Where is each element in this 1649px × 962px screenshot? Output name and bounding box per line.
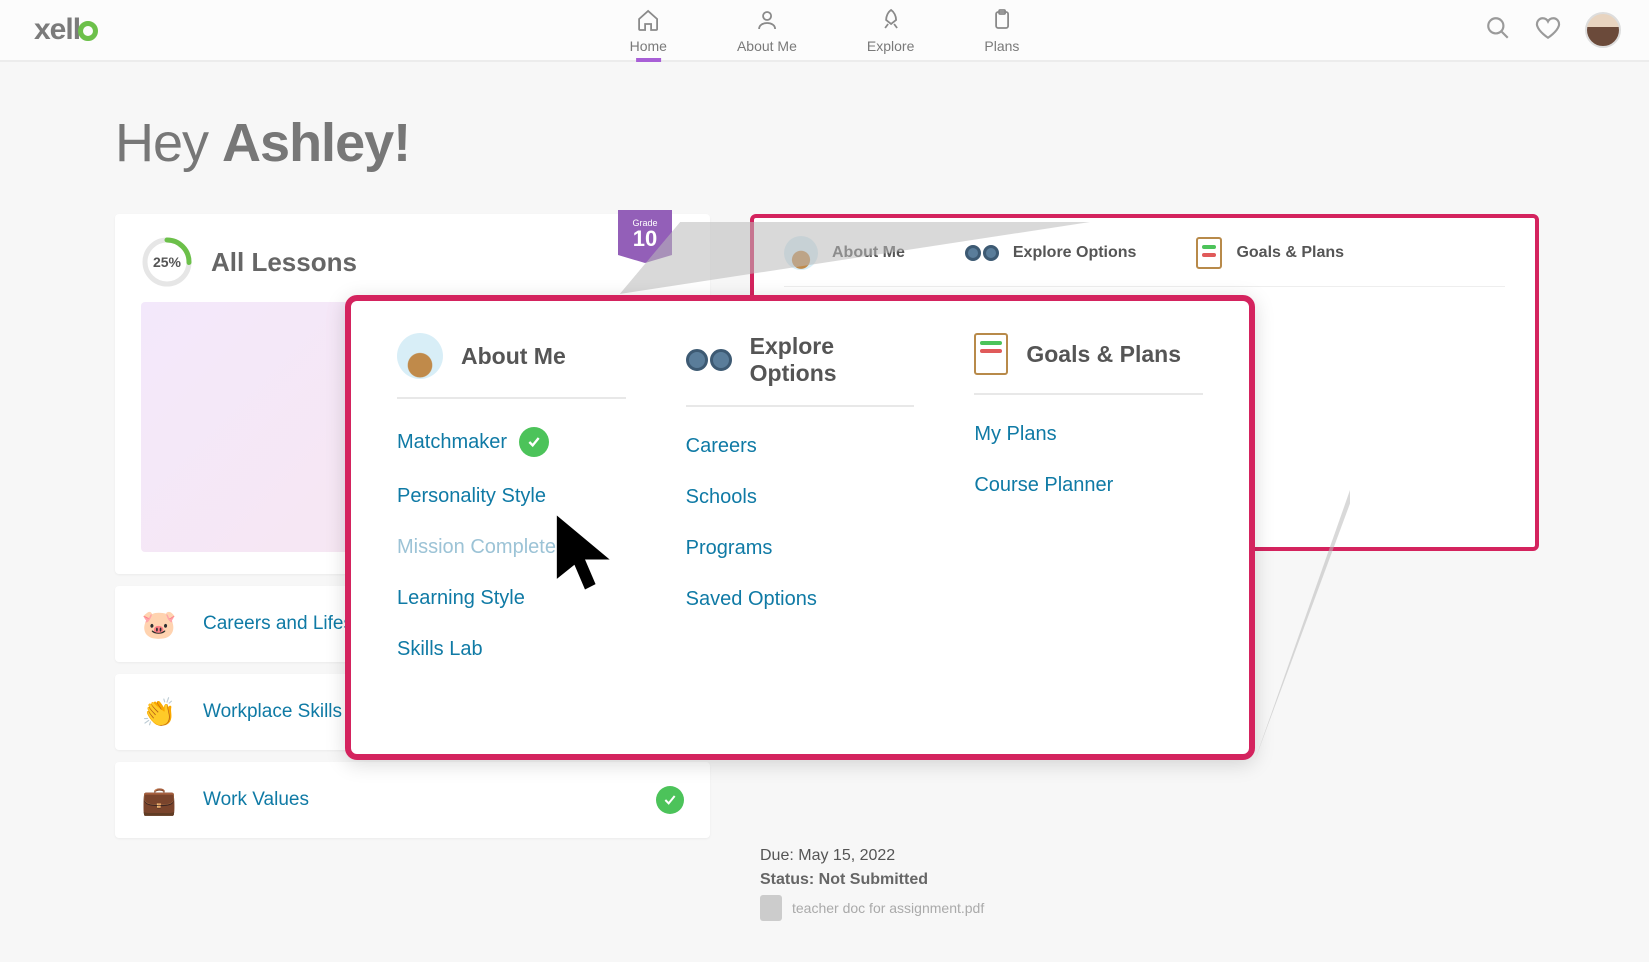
link-label: Personality Style (397, 485, 546, 508)
assignment-block: Due: May 15, 2022 Status: Not Submitted … (750, 841, 1539, 927)
home-icon (636, 8, 660, 35)
heart-icon[interactable] (1535, 15, 1561, 46)
checklist-icon (974, 333, 1008, 375)
cursor-icon (546, 512, 624, 605)
rocket-icon (879, 8, 903, 35)
link-skillslab[interactable]: Skills Lab (397, 638, 626, 661)
progress-percent: 25% (141, 236, 193, 288)
zoom-explore-title: Explore Options (750, 333, 915, 387)
link-myplans[interactable]: My Plans (974, 423, 1203, 446)
zoom-about-header: About Me (397, 333, 626, 399)
lesson-row-label: Workplace Skills a (203, 701, 358, 723)
clap-icon: 👏 (141, 694, 177, 730)
link-schools[interactable]: Schools (686, 486, 915, 509)
link-label: Matchmaker (397, 431, 507, 454)
nav-about-label: About Me (737, 38, 797, 54)
piggy-icon: 🐷 (141, 606, 177, 642)
clipboard-icon (990, 8, 1014, 35)
link-label: Mission Complete (397, 536, 556, 559)
link-courseplanner[interactable]: Course Planner (974, 474, 1203, 497)
logo-o-icon (78, 21, 98, 41)
assignment-due: Due: May 15, 2022 (760, 847, 1529, 865)
assignment-file[interactable]: teacher doc for assignment.pdf (792, 900, 984, 916)
logo[interactable]: xell (34, 13, 98, 47)
zoom-explore-header: Explore Options (686, 333, 915, 407)
grade-number: 10 (633, 226, 657, 251)
nav-home-label: Home (630, 38, 667, 54)
link-matchmaker[interactable]: Matchmaker (397, 427, 626, 457)
nav-home[interactable]: Home (630, 0, 667, 60)
check-icon (519, 427, 549, 457)
briefcase-icon: 💼 (141, 782, 177, 818)
link-label: Course Planner (974, 474, 1113, 497)
link-label: My Plans (974, 423, 1056, 446)
link-label: Learning Style (397, 587, 525, 610)
zoom-about-title: About Me (461, 343, 566, 370)
quick-explore[interactable]: Explore Options (965, 244, 1137, 262)
binoculars-icon (965, 245, 999, 261)
progress-ring: 25% (141, 236, 193, 288)
link-label: Programs (686, 537, 773, 560)
person-icon (755, 8, 779, 35)
check-icon (656, 786, 684, 814)
logo-text: xell (34, 13, 80, 46)
zoom-goals-header: Goals & Plans (974, 333, 1203, 395)
file-icon (760, 895, 782, 921)
link-label: Saved Options (686, 588, 817, 611)
nav-explore[interactable]: Explore (867, 0, 914, 60)
greeting-name: Ashley (222, 113, 393, 173)
zoom-goals-title: Goals & Plans (1026, 341, 1181, 368)
assignment-status: Status: Not Submitted (760, 871, 1529, 889)
zoom-col-about: About Me Matchmaker Personality Style Mi… (397, 333, 626, 689)
quick-goals-label: Goals & Plans (1236, 244, 1344, 262)
greeting: Hey Ashley! (115, 112, 1539, 174)
zoom-col-goals: Goals & Plans My Plans Course Planner (974, 333, 1203, 689)
nav-explore-label: Explore (867, 38, 914, 54)
lesson-row-label: Work Values (203, 789, 309, 811)
lesson-row-label: Careers and Lifes (203, 613, 353, 635)
about-icon (397, 333, 443, 379)
link-personality[interactable]: Personality Style (397, 485, 626, 508)
topbar: xell Home About Me Explore Plans (0, 0, 1649, 62)
nav-about[interactable]: About Me (737, 0, 797, 60)
quick-explore-label: Explore Options (1013, 244, 1137, 262)
quick-goals[interactable]: Goals & Plans (1196, 237, 1344, 269)
checklist-icon (1196, 237, 1222, 269)
link-careers[interactable]: Careers (686, 435, 915, 458)
lesson-row-workvalues[interactable]: 💼 Work Values (115, 762, 710, 838)
greeting-suffix: ! (393, 113, 410, 173)
link-label: Skills Lab (397, 638, 483, 661)
zoom-overlay: About Me Matchmaker Personality Style Mi… (345, 295, 1255, 760)
main-nav: Home About Me Explore Plans (630, 0, 1020, 60)
search-icon[interactable] (1485, 15, 1511, 46)
link-label: Schools (686, 486, 757, 509)
link-label: Careers (686, 435, 757, 458)
lessons-title: All Lessons (211, 247, 357, 278)
nav-plans[interactable]: Plans (984, 0, 1019, 60)
nav-plans-label: Plans (984, 38, 1019, 54)
binoculars-icon (686, 349, 732, 371)
link-saved[interactable]: Saved Options (686, 588, 915, 611)
zoom-col-explore: Explore Options Careers Schools Programs… (686, 333, 915, 689)
lessons-header: 25% All Lessons Grade 10 (141, 236, 684, 288)
link-programs[interactable]: Programs (686, 537, 915, 560)
topbar-right (1485, 12, 1621, 48)
greeting-prefix: Hey (115, 113, 222, 173)
avatar[interactable] (1585, 12, 1621, 48)
